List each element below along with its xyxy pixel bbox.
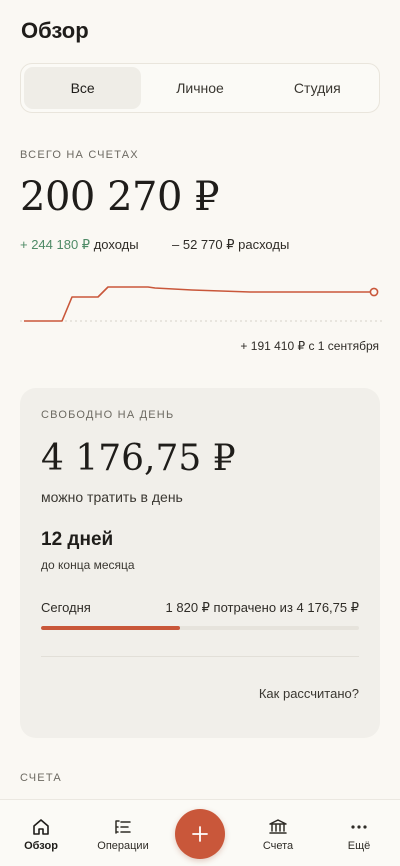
spent-progress-bar — [41, 626, 359, 630]
accounts-label: СЧЕТА — [20, 772, 62, 784]
segment-control: Все Личное Студия — [20, 63, 380, 113]
how-calculated-link[interactable]: Как рассчитано? — [259, 686, 359, 701]
expense-summary: – 52 770 ₽ расходы — [172, 237, 289, 253]
today-label: Сегодня — [41, 600, 91, 615]
nav-overview-label: Обзор — [24, 840, 58, 852]
balance-sparkline — [20, 286, 382, 322]
daily-budget-card: СВОБОДНО НА ДЕНЬ 4 176,75 ₽ можно тратит… — [20, 388, 380, 738]
total-balance: 200 270 ₽ — [20, 174, 220, 220]
expense-label: расходы — [234, 237, 290, 252]
income-value: + 244 180 ₽ — [20, 237, 91, 252]
nav-accounts-label: Счета — [262, 840, 294, 852]
list-icon — [115, 820, 131, 834]
segment-all[interactable]: Все — [24, 67, 142, 109]
sparkline-line — [24, 286, 374, 322]
card-divider — [41, 656, 359, 657]
nav-overview[interactable]: Обзор — [3, 800, 79, 866]
income-label: доходы — [90, 237, 139, 252]
days-left: 12 дней — [41, 529, 114, 550]
page-title: Обзор — [21, 18, 89, 43]
add-button[interactable] — [175, 809, 225, 859]
daily-amount: 4 176,75 ₽ — [41, 438, 236, 479]
spent-progress-fill — [41, 626, 180, 630]
income-summary: + 244 180 ₽ доходы — [20, 237, 139, 253]
since-change: + 191 410 ₽ с 1 сентября — [240, 339, 379, 353]
segment-personal[interactable]: Личное — [141, 67, 258, 109]
bottom-nav: Обзор Операции Счета Ещё — [0, 799, 400, 866]
nav-operations[interactable]: Операции — [85, 800, 161, 866]
bank-icon — [269, 819, 287, 834]
home-icon — [33, 819, 49, 835]
nav-accounts[interactable]: Счета — [240, 800, 316, 866]
nav-more[interactable]: Ещё — [321, 800, 397, 866]
segment-studio[interactable]: Студия — [259, 67, 376, 109]
nav-operations-label: Операции — [97, 840, 149, 852]
daily-label: СВОБОДНО НА ДЕНЬ — [41, 409, 175, 421]
nav-more-label: Ещё — [347, 840, 371, 852]
expense-value: – 52 770 ₽ — [172, 237, 235, 252]
spent-today: 1 820 ₽ потрачено из 4 176,75 ₽ — [165, 600, 359, 615]
total-label: ВСЕГО НА СЧЕТАХ — [20, 149, 139, 161]
sparkline-endpoint — [369, 287, 379, 297]
plus-icon — [192, 826, 208, 842]
more-icon — [351, 825, 367, 829]
daily-amount-sub: можно тратить в день — [41, 489, 183, 505]
days-left-sub: до конца месяца — [41, 558, 135, 572]
